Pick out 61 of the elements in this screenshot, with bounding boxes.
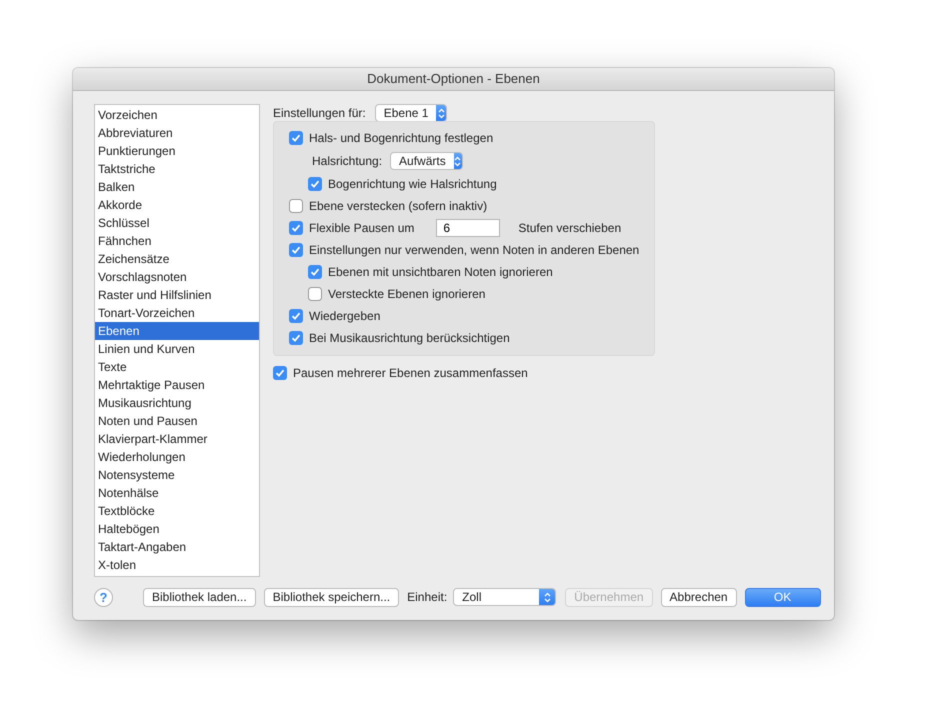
- sidebar-item[interactable]: Schlüssel: [95, 214, 259, 232]
- dropdown[interactable]: Zoll: [453, 588, 556, 606]
- chevron-icon: [544, 592, 551, 602]
- checkbox-label: Pausen mehrerer Ebenen zusammenfassen: [293, 366, 528, 380]
- sidebar-item[interactable]: Wiederholungen: [95, 448, 259, 466]
- dialog-button[interactable]: Bibliothek laden...: [143, 588, 256, 606]
- sidebar-item[interactable]: Haltebögen: [95, 520, 259, 538]
- field-label: Halsrichtung:: [312, 154, 382, 168]
- checkbox[interactable]: [308, 265, 322, 279]
- sidebar-item[interactable]: Vorzeichen: [95, 106, 259, 124]
- checkbox[interactable]: [289, 309, 303, 323]
- checkbox[interactable]: [289, 331, 303, 345]
- checkbox[interactable]: [308, 287, 322, 301]
- checkbox-label: Bogenrichtung wie Halsrichtung: [328, 177, 497, 191]
- sidebar-item[interactable]: Zeichensätze: [95, 250, 259, 268]
- checkbox-label: Wiedergeben: [309, 309, 380, 323]
- sidebar-item[interactable]: Punktierungen: [95, 142, 259, 160]
- checkbox[interactable]: [289, 131, 303, 145]
- sidebar-item[interactable]: Textblöcke: [95, 502, 259, 520]
- chevron-icon: [438, 108, 445, 118]
- checkbox[interactable]: [289, 199, 303, 213]
- sidebar-item[interactable]: Mehrtaktige Pausen: [95, 376, 259, 394]
- checkbox-label: Versteckte Ebenen ignorieren: [328, 287, 486, 301]
- sidebar-item[interactable]: Ebenen: [95, 322, 259, 340]
- sidebar-item[interactable]: Vorschlagsnoten: [95, 268, 259, 286]
- dropdown[interactable]: Aufwärts: [390, 152, 464, 170]
- sidebar-item[interactable]: Abbreviaturen: [95, 124, 259, 142]
- checkbox[interactable]: [289, 221, 303, 235]
- dropdown[interactable]: Ebene 1: [374, 104, 447, 122]
- sidebar-item[interactable]: Musikausrichtung: [95, 394, 259, 412]
- sidebar-item[interactable]: Taktart-Angaben: [95, 538, 259, 556]
- field-suffix: Stufen verschieben: [518, 221, 622, 235]
- unit-label: Einheit:: [407, 590, 448, 604]
- settings-label: Einstellungen für:: [273, 106, 366, 120]
- checkbox-label: Flexible Pausen um: [309, 221, 414, 235]
- sidebar-item[interactable]: Fähnchen: [95, 232, 259, 250]
- dialog-button[interactable]: Bibliothek speichern...: [264, 588, 400, 606]
- sidebar-item[interactable]: X-tolen: [95, 556, 259, 574]
- dialog-button[interactable]: Abbrechen: [660, 588, 737, 606]
- sidebar-item[interactable]: Linien und Kurven: [95, 340, 259, 358]
- sidebar-item[interactable]: Klavierpart-Klammer: [95, 430, 259, 448]
- sidebar-item[interactable]: Noten und Pausen: [95, 412, 259, 430]
- sidebar-item[interactable]: Texte: [95, 358, 259, 376]
- checkbox-label: Bei Musikausrichtung berücksichtigen: [309, 331, 510, 345]
- checkbox-label: Ebene verstecken (sofern inaktiv): [309, 199, 488, 213]
- sidebar-item[interactable]: Raster und Hilfslinien: [95, 286, 259, 304]
- checkbox-label: Ebenen mit unsichtbaren Noten ignorieren: [328, 265, 553, 279]
- chevron-icon: [454, 156, 462, 166]
- checkbox[interactable]: [308, 177, 322, 191]
- checkbox-label: Hals- und Bogenrichtung festlegen: [309, 131, 494, 145]
- sidebar-item[interactable]: Taktstriche: [95, 160, 259, 178]
- checkbox[interactable]: [273, 366, 287, 380]
- sidebar-item[interactable]: Notenhälse: [95, 484, 259, 502]
- sidebar-item[interactable]: Tonart-Vorzeichen: [95, 304, 259, 322]
- sidebar-item[interactable]: Balken: [95, 178, 259, 196]
- sidebar-item[interactable]: Akkorde: [95, 196, 259, 214]
- number-field[interactable]: 6: [436, 219, 500, 237]
- sidebar-item[interactable]: Notensysteme: [95, 466, 259, 484]
- checkbox[interactable]: [289, 243, 303, 257]
- checkbox-label: Einstellungen nur verwenden, wenn Noten in anderen Ebenen: [309, 243, 640, 257]
- window-title: Dokument-Optionen - Ebenen: [73, 68, 834, 91]
